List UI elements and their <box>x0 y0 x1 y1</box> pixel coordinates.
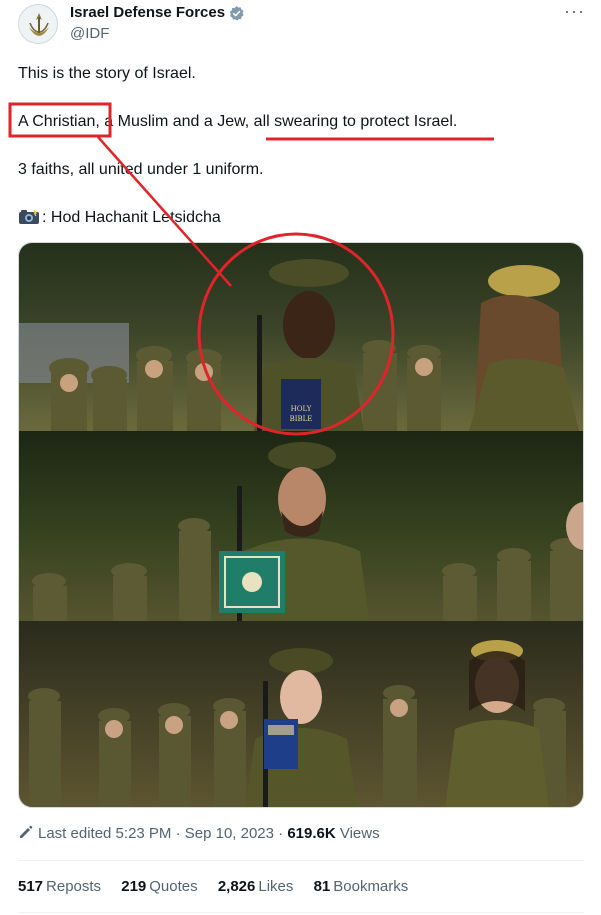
bookmarks-label: Bookmarks <box>333 878 409 895</box>
reposts-label: Reposts <box>46 878 102 895</box>
photo-panel-bible: HOLY BIBLE <box>19 243 583 431</box>
bookmarks-stat[interactable]: 81 Bookmarks <box>314 878 409 895</box>
author-name[interactable]: Israel Defense Forces <box>70 4 225 21</box>
likes-stat[interactable]: 2,826 Likes <box>218 878 294 895</box>
quotes-count: 219 <box>121 878 147 895</box>
idf-emblem-icon <box>29 13 49 36</box>
photo-credit: : Hod Hachanit Letsidcha <box>42 209 221 226</box>
divider <box>18 912 584 913</box>
reposts-count: 517 <box>18 878 44 895</box>
bookmarks-count: 81 <box>313 878 331 895</box>
avatar[interactable] <box>18 4 58 44</box>
tweet-line-4: : Hod Hachanit Letsidcha <box>18 209 221 227</box>
quotes-stat[interactable]: 219 Quotes <box>121 878 197 895</box>
divider <box>18 860 584 861</box>
edit-pencil-icon <box>20 825 33 838</box>
verified-badge-icon <box>229 6 244 21</box>
photo-panel-tanakh <box>19 621 583 807</box>
tweet-line-2: A Christian, a Muslim and a Jew, all swe… <box>18 113 457 131</box>
last-edited[interactable]: Last edited 5:23 PM · Sep 10, 2023 · <box>38 825 287 842</box>
reposts-stat[interactable]: 517 Reposts <box>18 878 101 895</box>
bible-label-bible: BIBLE <box>290 415 313 423</box>
views-count: 619.6K <box>287 825 336 842</box>
highlighted-swearing-phrase: all swearing to protect Israel. <box>253 113 458 130</box>
tweet-photo[interactable]: HOLY BIBLE <box>18 242 584 808</box>
author-handle[interactable]: @IDF <box>70 25 109 42</box>
tweet-line-2-middle: , a Muslim and a Jew, <box>95 113 254 130</box>
tweet-line-1: This is the story of Israel. <box>18 65 196 82</box>
views-label: Views <box>335 825 380 842</box>
bible-label-holy: HOLY <box>291 405 312 413</box>
likes-count: 2,826 <box>217 878 256 895</box>
highlighted-christian: A Christian <box>18 113 96 130</box>
quotes-label: Quotes <box>149 878 198 895</box>
tweet-meta: Last edited 5:23 PM · Sep 10, 2023 · 619… <box>18 824 380 842</box>
photo-panel-quran <box>19 431 583 621</box>
engagement-stats: 517 Reposts 219 Quotes 2,826 Likes 81 Bookma… <box>18 878 424 895</box>
tweet-line-3: 3 faiths, all united under 1 uniform. <box>18 161 264 178</box>
camera-with-flash-icon <box>19 209 39 224</box>
likes-label: Likes <box>258 878 294 895</box>
more-options-icon[interactable]: ··· <box>564 2 584 24</box>
